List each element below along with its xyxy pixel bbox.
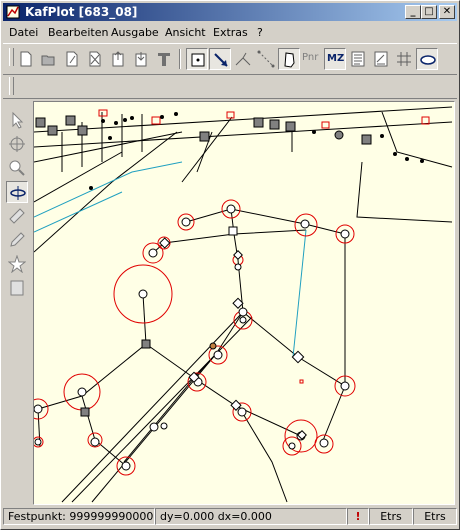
ellipse-icon <box>420 55 436 65</box>
main-toolbar: Pnr MZ <box>3 43 457 75</box>
status-point: Festpunkt: 99999999000001 <box>3 508 155 525</box>
ruler-icon <box>9 208 25 224</box>
minimize-button[interactable]: _ <box>405 5 421 19</box>
text-tool-button[interactable] <box>153 48 175 70</box>
secondary-toolbar <box>3 74 457 99</box>
open-icon <box>41 55 55 66</box>
select-arrow-icon <box>12 111 24 129</box>
rectangle-icon <box>10 280 24 296</box>
pan-icon <box>10 186 26 200</box>
list-icon <box>351 51 365 67</box>
pan-tool-button[interactable] <box>6 181 28 203</box>
export-button[interactable] <box>107 48 129 70</box>
magnifier-icon <box>9 160 25 176</box>
menu-ansicht[interactable]: Ansicht <box>165 26 206 39</box>
pnr-button[interactable]: Pnr <box>301 48 323 70</box>
grid-button[interactable] <box>393 48 415 70</box>
edit-button[interactable] <box>61 48 83 70</box>
rectangle-tool-button[interactable] <box>6 277 28 299</box>
crosshair-tool-button[interactable] <box>6 133 28 155</box>
import-button[interactable] <box>130 48 152 70</box>
select-tool-button[interactable] <box>6 109 28 131</box>
point-button[interactable] <box>186 48 208 70</box>
crosshair-icon <box>9 136 25 152</box>
text-tool-icon <box>158 53 170 66</box>
mz-label: MZ <box>327 53 345 64</box>
parcel-icon <box>284 52 295 68</box>
arrow-button[interactable] <box>209 48 231 70</box>
arrow-icon <box>214 53 228 67</box>
ellipse-button[interactable] <box>416 48 438 70</box>
properties-icon <box>374 51 388 67</box>
close-button[interactable]: ✕ <box>439 5 455 19</box>
grid-icon <box>397 52 411 66</box>
toolbar-separator <box>179 49 181 69</box>
point-icon <box>191 53 205 67</box>
status-alert: ! <box>347 508 369 525</box>
edit-icon <box>66 51 78 67</box>
menu-datei[interactable]: Datei <box>9 26 38 39</box>
star-icon <box>8 255 26 273</box>
measure-line-button[interactable] <box>255 48 277 70</box>
cadastral-map[interactable] <box>34 102 454 504</box>
app-icon <box>6 5 20 19</box>
status-crs-1: Etrs <box>369 508 413 525</box>
pencil-tool-button[interactable] <box>6 229 28 251</box>
status-crs-2: Etrs <box>413 508 457 525</box>
new-button[interactable] <box>15 48 37 70</box>
maximize-button[interactable]: □ <box>421 5 437 19</box>
star-tool-button[interactable] <box>6 253 28 275</box>
parcel-button[interactable] <box>278 48 300 70</box>
pnr-label: Pnr <box>302 52 319 63</box>
measure-line-icon <box>257 50 275 68</box>
angle-button[interactable] <box>232 48 254 70</box>
menu-extras[interactable]: Extras <box>213 26 248 39</box>
app-window: KafPlot [683_08] _ □ ✕ Datei Bearbeiten … <box>0 0 460 530</box>
properties-button[interactable] <box>370 48 392 70</box>
status-coords: dy=0.000 dx=0.000 <box>155 508 347 525</box>
menu-help[interactable]: ? <box>257 26 263 39</box>
import-icon <box>135 52 147 67</box>
toolbar-grip[interactable] <box>9 48 14 66</box>
list-button[interactable] <box>347 48 369 70</box>
side-toolbar <box>3 101 31 501</box>
menu-ausgabe[interactable]: Ausgabe <box>111 26 159 39</box>
zoom-tool-button[interactable] <box>6 157 28 179</box>
menu-bar: Datei Bearbeiten Ausgabe Ansicht Extras … <box>3 23 457 42</box>
open-button[interactable] <box>38 48 60 70</box>
mz-button[interactable]: MZ <box>324 48 346 70</box>
pencil-icon <box>10 232 25 247</box>
title-bar: KafPlot [683_08] _ □ ✕ <box>3 3 457 21</box>
delete-icon <box>89 51 101 67</box>
angle-icon <box>235 52 251 66</box>
status-bar: Festpunkt: 99999999000001 dy=0.000 dx=0.… <box>3 507 457 527</box>
new-icon <box>20 51 32 67</box>
map-canvas[interactable] <box>33 101 455 505</box>
menu-bearbeiten[interactable]: Bearbeiten <box>48 26 108 39</box>
toolbar-grip[interactable] <box>9 77 14 95</box>
export-icon <box>112 51 124 67</box>
ruler-tool-button[interactable] <box>6 205 28 227</box>
delete-button[interactable] <box>84 48 106 70</box>
window-title: KafPlot [683_08] <box>25 5 138 19</box>
